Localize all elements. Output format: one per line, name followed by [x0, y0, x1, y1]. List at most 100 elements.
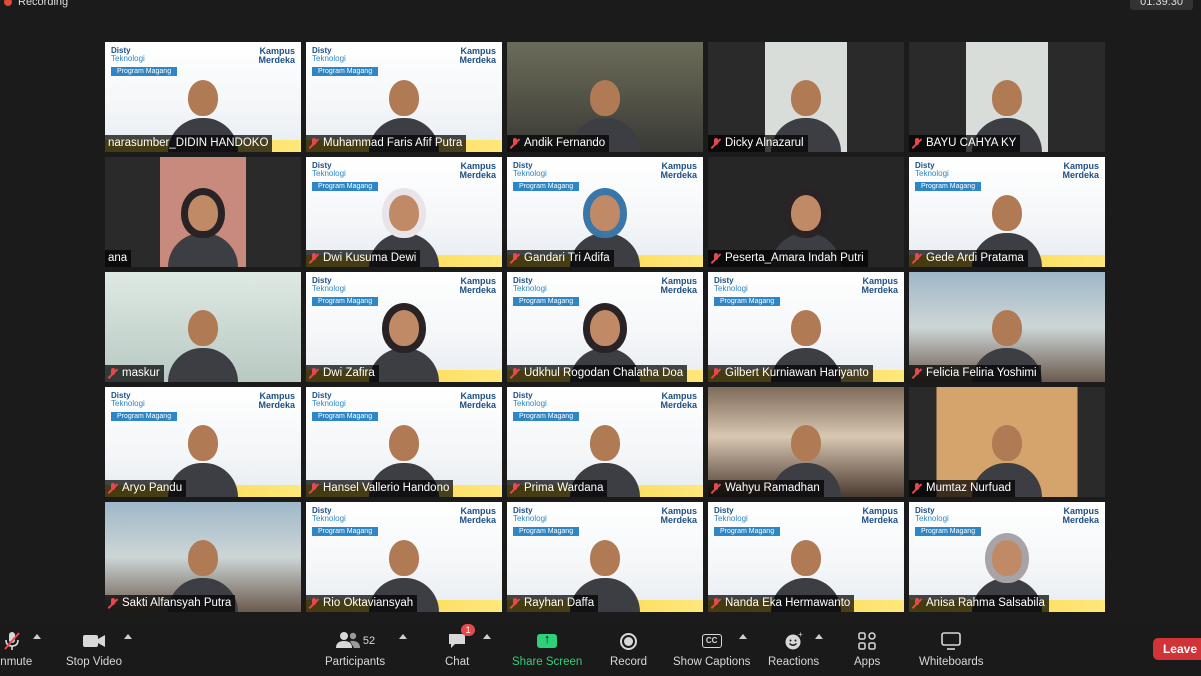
kampus-merdeka-logo: Kampus Merdeka	[861, 507, 898, 525]
kampus-merdeka-logo: Kampus Merdeka	[660, 507, 697, 525]
logo-line: Merdeka	[258, 55, 295, 65]
video-camera-icon	[82, 630, 106, 652]
recording-label: Recording	[18, 0, 69, 8]
participant-name-tag: Aryo Pandu	[105, 480, 187, 497]
participants-count: 52	[362, 635, 376, 647]
program-magang-chip: Program Magang	[111, 67, 178, 76]
chat-button[interactable]: 1 Chat	[445, 624, 476, 668]
participant-name: Sakti Alfansyah Putra	[122, 597, 232, 609]
participant-tile[interactable]: ana	[105, 157, 301, 267]
record-icon	[620, 632, 638, 650]
program-magang-chip: Program Magang	[915, 182, 982, 191]
share-screen-button[interactable]: Share Screen	[512, 630, 582, 668]
meeting-timer: 01:39:30	[1130, 0, 1193, 10]
logo-line: Merdeka	[459, 515, 496, 525]
participant-name-tag: narasumber_DIDIN HANDOKO	[105, 135, 273, 152]
disty-teknologi-logo: Disty Teknologi	[312, 392, 346, 408]
muted-mic-icon	[711, 483, 721, 494]
participant-tile[interactable]: Disty Teknologi Kampus Merdeka Program Magan…	[306, 387, 502, 497]
participant-tile[interactable]: BAYU CAHYA KY	[909, 42, 1105, 152]
muted-mic-icon	[510, 253, 520, 264]
disty-teknologi-logo: Disty Teknologi	[312, 47, 346, 63]
participant-tile[interactable]: Disty Teknologi Kampus Merdeka Program Magan…	[909, 502, 1105, 612]
apps-grid-icon	[858, 630, 876, 652]
unmute-label: Unmute	[0, 656, 33, 668]
disty-teknologi-logo: Disty Teknologi	[513, 392, 547, 408]
participant-tile[interactable]: Disty Teknologi Kampus Merdeka Program Magan…	[105, 42, 301, 152]
logo-line: Teknologi	[111, 54, 145, 63]
muted-mic-icon	[108, 598, 118, 609]
participant-name: Dicky Alnazarul	[725, 137, 804, 149]
participant-tile[interactable]: Dicky Alnazarul	[708, 42, 904, 152]
disty-teknologi-logo: Disty Teknologi	[312, 507, 346, 523]
participants-button[interactable]: 52 Participants	[325, 630, 385, 668]
participant-tile[interactable]: Disty Teknologi Kampus Merdeka Program Magan…	[507, 387, 703, 497]
program-magang-chip: Program Magang	[513, 412, 580, 421]
participant-name-tag: Muhammad Faris Afif Putra	[306, 135, 467, 152]
participant-name: Prima Wardana	[524, 482, 604, 494]
program-magang-chip: Program Magang	[915, 527, 982, 536]
logo-line: Teknologi	[312, 399, 346, 408]
muted-mic-icon	[912, 483, 922, 494]
apps-button[interactable]: Apps	[854, 630, 880, 668]
muted-mic-icon	[711, 253, 721, 264]
participant-tile[interactable]: Disty Teknologi Kampus Merdeka Program Magan…	[507, 502, 703, 612]
record-button[interactable]: Record	[610, 630, 647, 668]
participant-tile[interactable]: Disty Teknologi Kampus Merdeka Program Magan…	[306, 272, 502, 382]
participant-tile[interactable]: Andik Fernando	[507, 42, 703, 152]
program-magang-chip: Program Magang	[513, 297, 580, 306]
participant-tile[interactable]: Disty Teknologi Kampus Merdeka Program Magan…	[507, 272, 703, 382]
muted-mic-icon	[309, 483, 319, 494]
logo-line: Merdeka	[459, 170, 496, 180]
participant-name: Anisa Rahma Salsabila	[926, 597, 1045, 609]
participant-tile[interactable]: Disty Teknologi Kampus Merdeka Program Magan…	[306, 42, 502, 152]
disty-teknologi-logo: Disty Teknologi	[513, 162, 547, 178]
muted-mic-icon	[711, 368, 721, 379]
participants-options-chevron-icon[interactable]	[399, 634, 407, 639]
participant-tile[interactable]: Wahyu Ramadhan	[708, 387, 904, 497]
whiteboards-button[interactable]: Whiteboards	[919, 630, 984, 668]
participant-name-tag: Anisa Rahma Salsabila	[909, 595, 1049, 612]
captions-options-chevron-icon[interactable]	[739, 634, 747, 639]
participant-tile[interactable]: maskur	[105, 272, 301, 382]
leave-button[interactable]: Leave	[1152, 638, 1201, 660]
reactions-label: Reactions	[768, 656, 820, 668]
participant-tile[interactable]: Mumtaz Nurfuad	[909, 387, 1105, 497]
participant-tile[interactable]: Disty Teknologi Kampus Merdeka Program Magan…	[306, 157, 502, 267]
participant-name-tag: Dwi Zafira	[306, 365, 379, 382]
participant-name-tag: BAYU CAHYA KY	[909, 135, 1021, 152]
disty-teknologi-logo: Disty Teknologi	[915, 507, 949, 523]
kampus-merdeka-logo: Kampus Merdeka	[660, 162, 697, 180]
chat-options-chevron-icon[interactable]	[483, 634, 491, 639]
logo-line: Teknologi	[513, 169, 547, 178]
participant-name: maskur	[122, 367, 160, 379]
logo-line: Teknologi	[312, 284, 346, 293]
show-captions-label: Show Captions	[673, 656, 751, 668]
participant-tile[interactable]: Disty Teknologi Kampus Merdeka Program Magan…	[507, 157, 703, 267]
stop-video-button[interactable]: Stop Video	[66, 630, 122, 668]
participant-name-tag: Rayhan Daffa	[507, 595, 599, 612]
participant-tile[interactable]: Felicia Feliria Yoshimi	[909, 272, 1105, 382]
audio-options-chevron-icon[interactable]	[33, 634, 41, 639]
svg-text:+: +	[798, 631, 803, 639]
reactions-button[interactable]: + Reactions	[768, 630, 819, 668]
reactions-options-chevron-icon[interactable]	[815, 634, 823, 639]
participant-tile[interactable]: Disty Teknologi Kampus Merdeka Program Magan…	[105, 387, 301, 497]
program-magang-chip: Program Magang	[312, 297, 379, 306]
participant-tile[interactable]: Peserta_Amara Indah Putri	[708, 157, 904, 267]
participants-icon	[335, 631, 361, 652]
participant-name: BAYU CAHYA KY	[926, 137, 1017, 149]
participant-name-tag: Mumtaz Nurfuad	[909, 480, 1016, 497]
participant-tile[interactable]: Disty Teknologi Kampus Merdeka Program Magan…	[909, 157, 1105, 267]
chat-label: Chat	[445, 656, 470, 668]
participant-name-tag: Udkhul Rogodan Chalatha Doa	[507, 365, 688, 382]
participant-tile[interactable]: Sakti Alfansyah Putra	[105, 502, 301, 612]
participant-tile[interactable]: Disty Teknologi Kampus Merdeka Program Magan…	[306, 502, 502, 612]
kampus-merdeka-logo: Kampus Merdeka	[258, 47, 295, 65]
muted-mic-icon	[510, 368, 520, 379]
unmute-button[interactable]: Unmute	[0, 630, 32, 668]
participant-tile[interactable]: Disty Teknologi Kampus Merdeka Program Magan…	[708, 502, 904, 612]
participant-tile[interactable]: Disty Teknologi Kampus Merdeka Program Magan…	[708, 272, 904, 382]
video-options-chevron-icon[interactable]	[124, 634, 132, 639]
recording-dot-icon	[4, 0, 12, 6]
